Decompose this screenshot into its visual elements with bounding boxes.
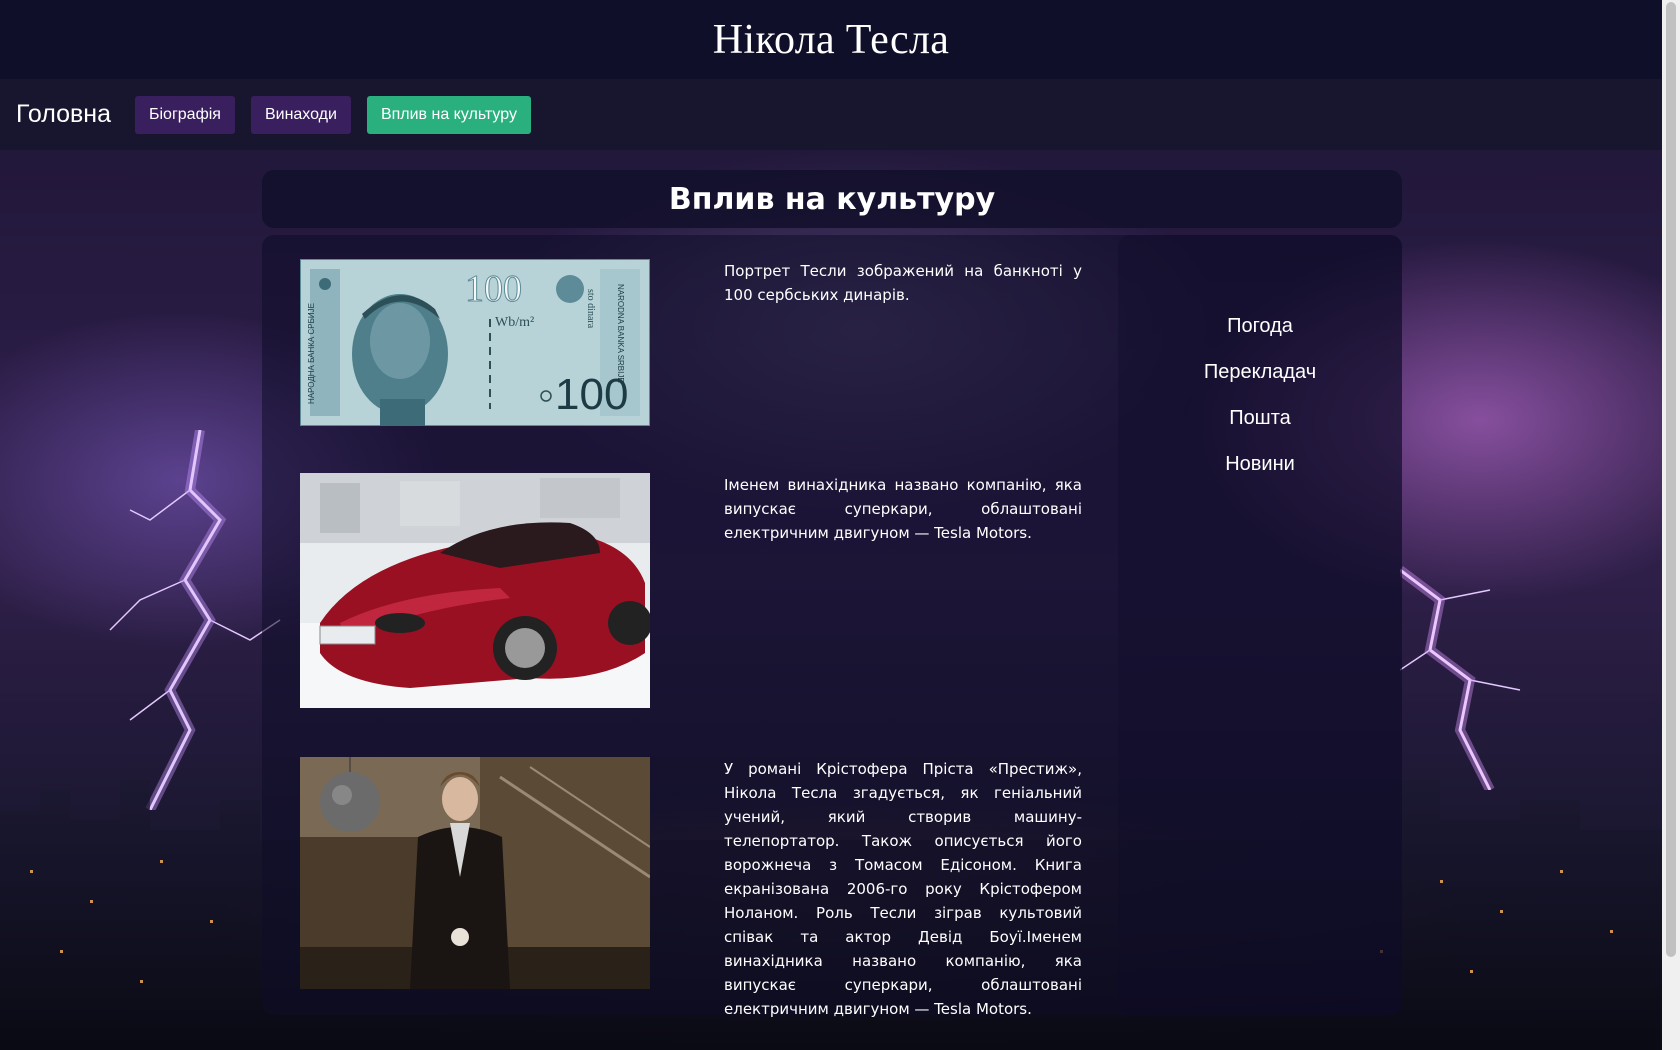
navbar: Головна Біографія Винаходи Вплив на куль…: [0, 79, 1662, 150]
site-title: Нікола Тесла: [712, 16, 950, 63]
sidebar-links: Погода Перекладач Пошта Новини: [1118, 235, 1402, 487]
sidebar-link-weather[interactable]: Погода: [1118, 303, 1402, 349]
nav-button-inventions[interactable]: Винаходи: [250, 95, 351, 134]
nav-home-link[interactable]: Головна: [16, 100, 111, 129]
site-header: Нікола Тесла: [0, 0, 1662, 79]
tesla-roadster-image: [300, 473, 650, 708]
scrollbar-thumb[interactable]: [1666, 2, 1676, 957]
section-2-text: Іменем винахідника названо компанію, яка…: [724, 476, 1082, 542]
banknote-right-text: NARODNA BANKA SRBIJE: [616, 284, 625, 383]
banknote-value-top: 100: [465, 268, 522, 310]
prestige-movie-image: [300, 757, 650, 989]
sidebar-link-translator[interactable]: Перекладач: [1118, 349, 1402, 395]
section-1-text: Портрет Тесли зображений на банкноті у 1…: [724, 262, 1082, 304]
sidebar-panel: Погода Перекладач Пошта Новини: [1118, 235, 1402, 1015]
page-title: Вплив на культуру: [668, 181, 996, 217]
nav-button-biography[interactable]: Біографія: [134, 95, 235, 134]
lightning-left-decoration: [109, 430, 281, 810]
sidebar-link-mail[interactable]: Пошта: [1118, 395, 1402, 441]
lightning-right-decoration: [1400, 566, 1521, 790]
banknote-formula: Wb/m²: [495, 315, 534, 330]
banknote-image: 100 Wb/m² 100 НАРОДНА БАНКА СРБИЈЕ NAROD…: [300, 259, 650, 426]
banknote-left-text: НАРОДНА БАНКА СРБИЈЕ: [307, 303, 316, 404]
section-3-text: У романі Крістофера Пріста «Престиж», Ні…: [724, 760, 1082, 1018]
nav-button-culture[interactable]: Вплив на культуру: [366, 95, 531, 134]
banknote-denomination-text: sto dinara: [585, 289, 596, 329]
sidebar-link-news[interactable]: Новини: [1118, 441, 1402, 487]
page-title-panel: Вплив на культуру: [262, 170, 1402, 228]
page-scrollbar[interactable]: [1662, 0, 1680, 1050]
